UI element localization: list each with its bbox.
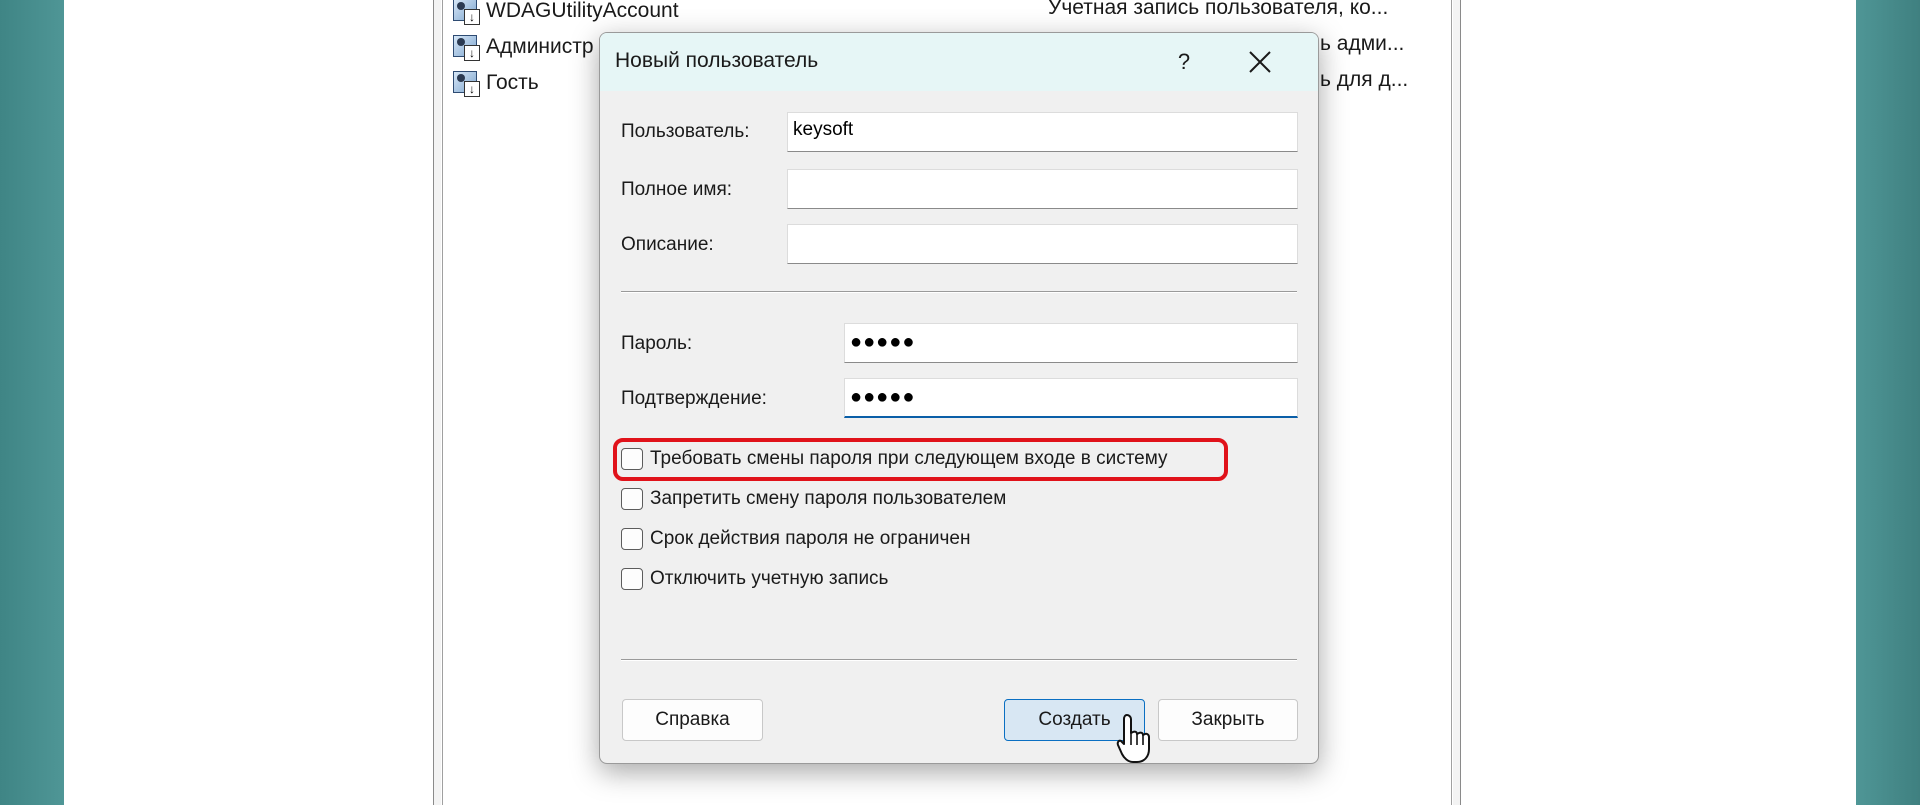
- list-item[interactable]: ↓ WDAGUtilityAccount: [452, 0, 679, 26]
- checkbox[interactable]: [621, 448, 643, 470]
- confirm-label: Подтверждение:: [621, 388, 767, 409]
- description-field[interactable]: [787, 224, 1298, 264]
- checkbox[interactable]: [621, 488, 643, 510]
- user-name: Администр: [486, 35, 594, 58]
- user-label: Пользователь:: [621, 121, 750, 142]
- password-label: Пароль:: [621, 333, 693, 354]
- user-description: Учетная запись пользователя, ко...: [1048, 0, 1389, 19]
- checkbox[interactable]: [621, 568, 643, 590]
- confirm-password-field[interactable]: ●●●●●: [844, 378, 1298, 418]
- help-icon[interactable]: ?: [1156, 43, 1212, 81]
- help-button[interactable]: Справка: [622, 699, 763, 741]
- separator: [621, 291, 1297, 293]
- list-item[interactable]: ↓ Администр: [452, 32, 594, 62]
- username-field[interactable]: keysoft: [787, 112, 1298, 152]
- desktop-background-right: [1856, 0, 1920, 805]
- fullname-label: Полное имя:: [621, 179, 733, 200]
- user-icon: ↓: [452, 33, 480, 61]
- desktop-background-left: [0, 0, 64, 805]
- hand-cursor-icon: [1116, 714, 1150, 763]
- checkbox-require-change[interactable]: Требовать смены пароля при следующем вхо…: [621, 444, 1168, 474]
- checkbox-forbid-change[interactable]: Запретить смену пароля пользователем: [621, 484, 1006, 514]
- dialog-title: Новый пользователь: [615, 49, 819, 72]
- close-icon[interactable]: [1232, 43, 1288, 81]
- user-icon: ↓: [452, 0, 480, 25]
- password-field[interactable]: ●●●●●: [844, 323, 1298, 363]
- list-item[interactable]: ↓ Гость: [452, 68, 539, 98]
- close-button[interactable]: Закрыть: [1158, 699, 1298, 741]
- checkbox-disable-account[interactable]: Отключить учетную запись: [621, 564, 888, 594]
- user-description: ь для д...: [1320, 68, 1409, 91]
- description-label: Описание:: [621, 234, 714, 255]
- checkbox[interactable]: [621, 528, 643, 550]
- new-user-dialog: Новый пользователь ? Пользователь: keyso…: [599, 32, 1319, 764]
- checkbox-label: Отключить учетную запись: [650, 568, 889, 589]
- user-icon: ↓: [452, 69, 480, 97]
- user-description: ь адми...: [1320, 32, 1405, 55]
- checkbox-label: Срок действия пароля не ограничен: [650, 528, 971, 549]
- checkbox-label: Запретить смену пароля пользователем: [650, 488, 1007, 509]
- checkbox-never-expires[interactable]: Срок действия пароля не ограничен: [621, 524, 970, 554]
- fullname-field[interactable]: [787, 169, 1298, 209]
- user-name: WDAGUtilityAccount: [486, 0, 679, 22]
- checkbox-label: Требовать смены пароля при следующем вхо…: [650, 448, 1168, 469]
- dialog-titlebar: Новый пользователь ?: [600, 33, 1318, 91]
- separator: [621, 659, 1297, 661]
- user-name: Гость: [486, 71, 539, 94]
